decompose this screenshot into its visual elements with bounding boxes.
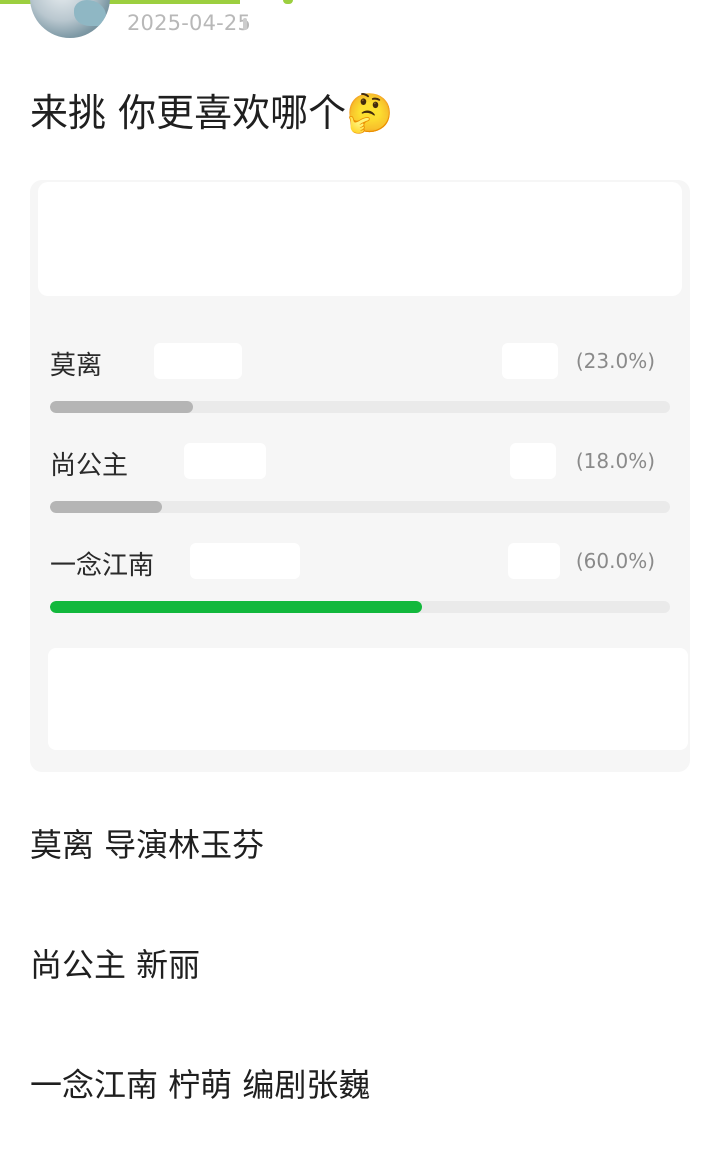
poll-bar-track [50, 401, 670, 413]
avatar[interactable] [30, 0, 110, 38]
avatar-image-detail [74, 0, 106, 26]
poll-bar-fill [50, 501, 162, 513]
poll-header [38, 182, 682, 296]
poll-bar-track [50, 601, 670, 613]
post-date-separator [243, 18, 247, 30]
thinking-emoji-icon: 🤔 [346, 91, 394, 135]
post-date: 2025-04-25 [127, 11, 252, 35]
poll-vote-count-mask [508, 543, 560, 579]
poll-bar-track [50, 501, 670, 513]
poll-bar-fill [50, 601, 422, 613]
poll-vote-count-mask [502, 343, 558, 379]
poll-option-label: 莫离 [50, 351, 103, 381]
post-title: 来挑 你更喜欢哪个🤔 [30, 82, 393, 137]
poll-bar-fill [50, 401, 193, 413]
poll-option-mask [190, 543, 300, 579]
poll-option[interactable]: 尚公主 (18.0%) [50, 443, 670, 525]
poll-option-percent: (60.0%) [575, 549, 655, 573]
poll-option[interactable]: 莫离 (23.0%) [50, 343, 670, 425]
poll-option-label: 一念江南 [50, 551, 155, 581]
poll-footer [48, 648, 688, 750]
post-title-text: 来挑 你更喜欢哪个 [30, 91, 347, 135]
poll-option-label: 尚公主 [50, 451, 129, 481]
top-accent-dot [283, 0, 293, 4]
poll-card: 莫离 (23.0%) 尚公主 (18.0%) 一念江南 (60.0%) [30, 180, 690, 772]
description-line: 尚公主 新丽 [30, 946, 201, 984]
poll-option-mask [154, 343, 242, 379]
poll-option-mask [184, 443, 266, 479]
description-line: 一念江南 柠萌 编剧张巍 [30, 1066, 371, 1104]
description-line: 莫离 导演林玉芬 [30, 826, 265, 864]
poll-option-percent: (18.0%) [575, 449, 655, 473]
poll-vote-count-mask [510, 443, 556, 479]
poll-option[interactable]: 一念江南 (60.0%) [50, 543, 670, 625]
poll-option-percent: (23.0%) [575, 349, 655, 373]
